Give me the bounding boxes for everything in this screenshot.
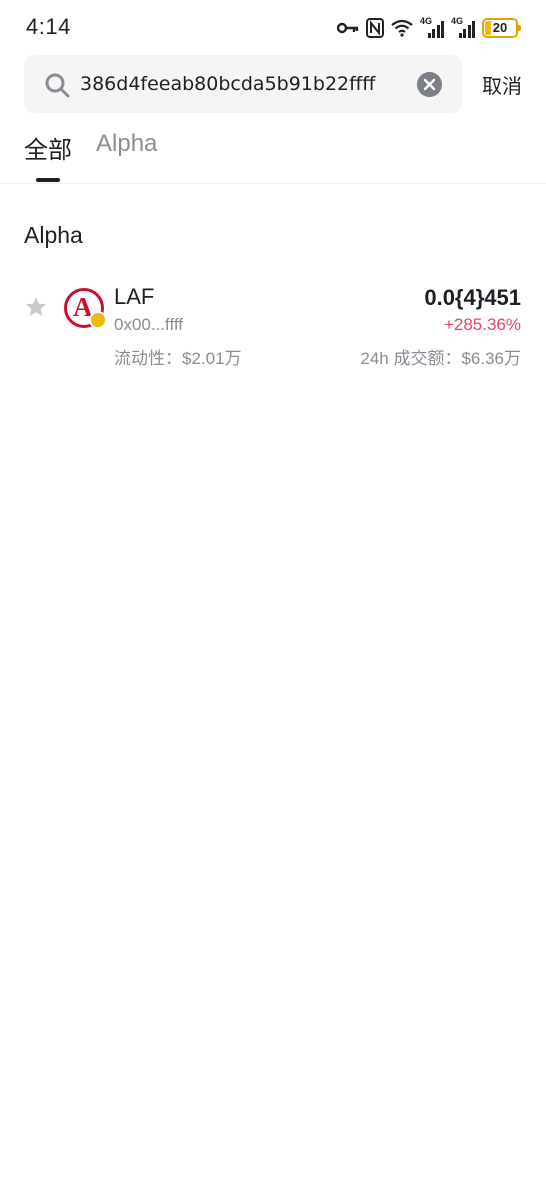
token-volume: 24h 成交额：$6.36万 xyxy=(360,349,521,368)
section-title: Alpha xyxy=(24,222,83,248)
tab-bar: 全部 Alpha xyxy=(24,130,524,184)
search-bar xyxy=(24,55,462,113)
signal-icon: 4G xyxy=(451,16,475,40)
chain-badge-icon xyxy=(89,311,107,329)
star-icon[interactable] xyxy=(24,295,48,319)
nfc-icon xyxy=(366,16,384,40)
status-time: 4:14 xyxy=(26,14,71,39)
list-item[interactable]: A LAF 0x00...ffff 流动性：$2.01万 0.0{4}451 +… xyxy=(0,276,546,376)
search-icon xyxy=(45,73,70,98)
wifi-icon xyxy=(391,16,413,40)
tab-all[interactable]: 全部 xyxy=(24,130,72,165)
token-liquidity: 流动性：$2.01万 xyxy=(114,349,242,368)
status-icons: 4G 4G 20 xyxy=(337,15,521,41)
signal-icon: 4G xyxy=(420,16,444,40)
token-address: 0x00...ffff xyxy=(114,315,184,334)
tab-alpha[interactable]: Alpha xyxy=(96,130,157,158)
active-tab-indicator xyxy=(36,178,60,182)
divider xyxy=(0,183,546,184)
token-symbol: LAF xyxy=(114,284,155,309)
status-bar: 4:14 4G 4G 20 xyxy=(0,0,546,56)
clear-icon[interactable] xyxy=(417,72,442,97)
token-price: 0.0{4}451 xyxy=(424,285,521,310)
cancel-button[interactable]: 取消 xyxy=(482,70,522,99)
token-price-change: +285.36% xyxy=(443,315,521,334)
search-input[interactable] xyxy=(80,55,406,113)
key-icon xyxy=(337,16,359,40)
battery-level: 20 xyxy=(492,20,508,35)
battery-icon: 20 xyxy=(482,18,521,38)
